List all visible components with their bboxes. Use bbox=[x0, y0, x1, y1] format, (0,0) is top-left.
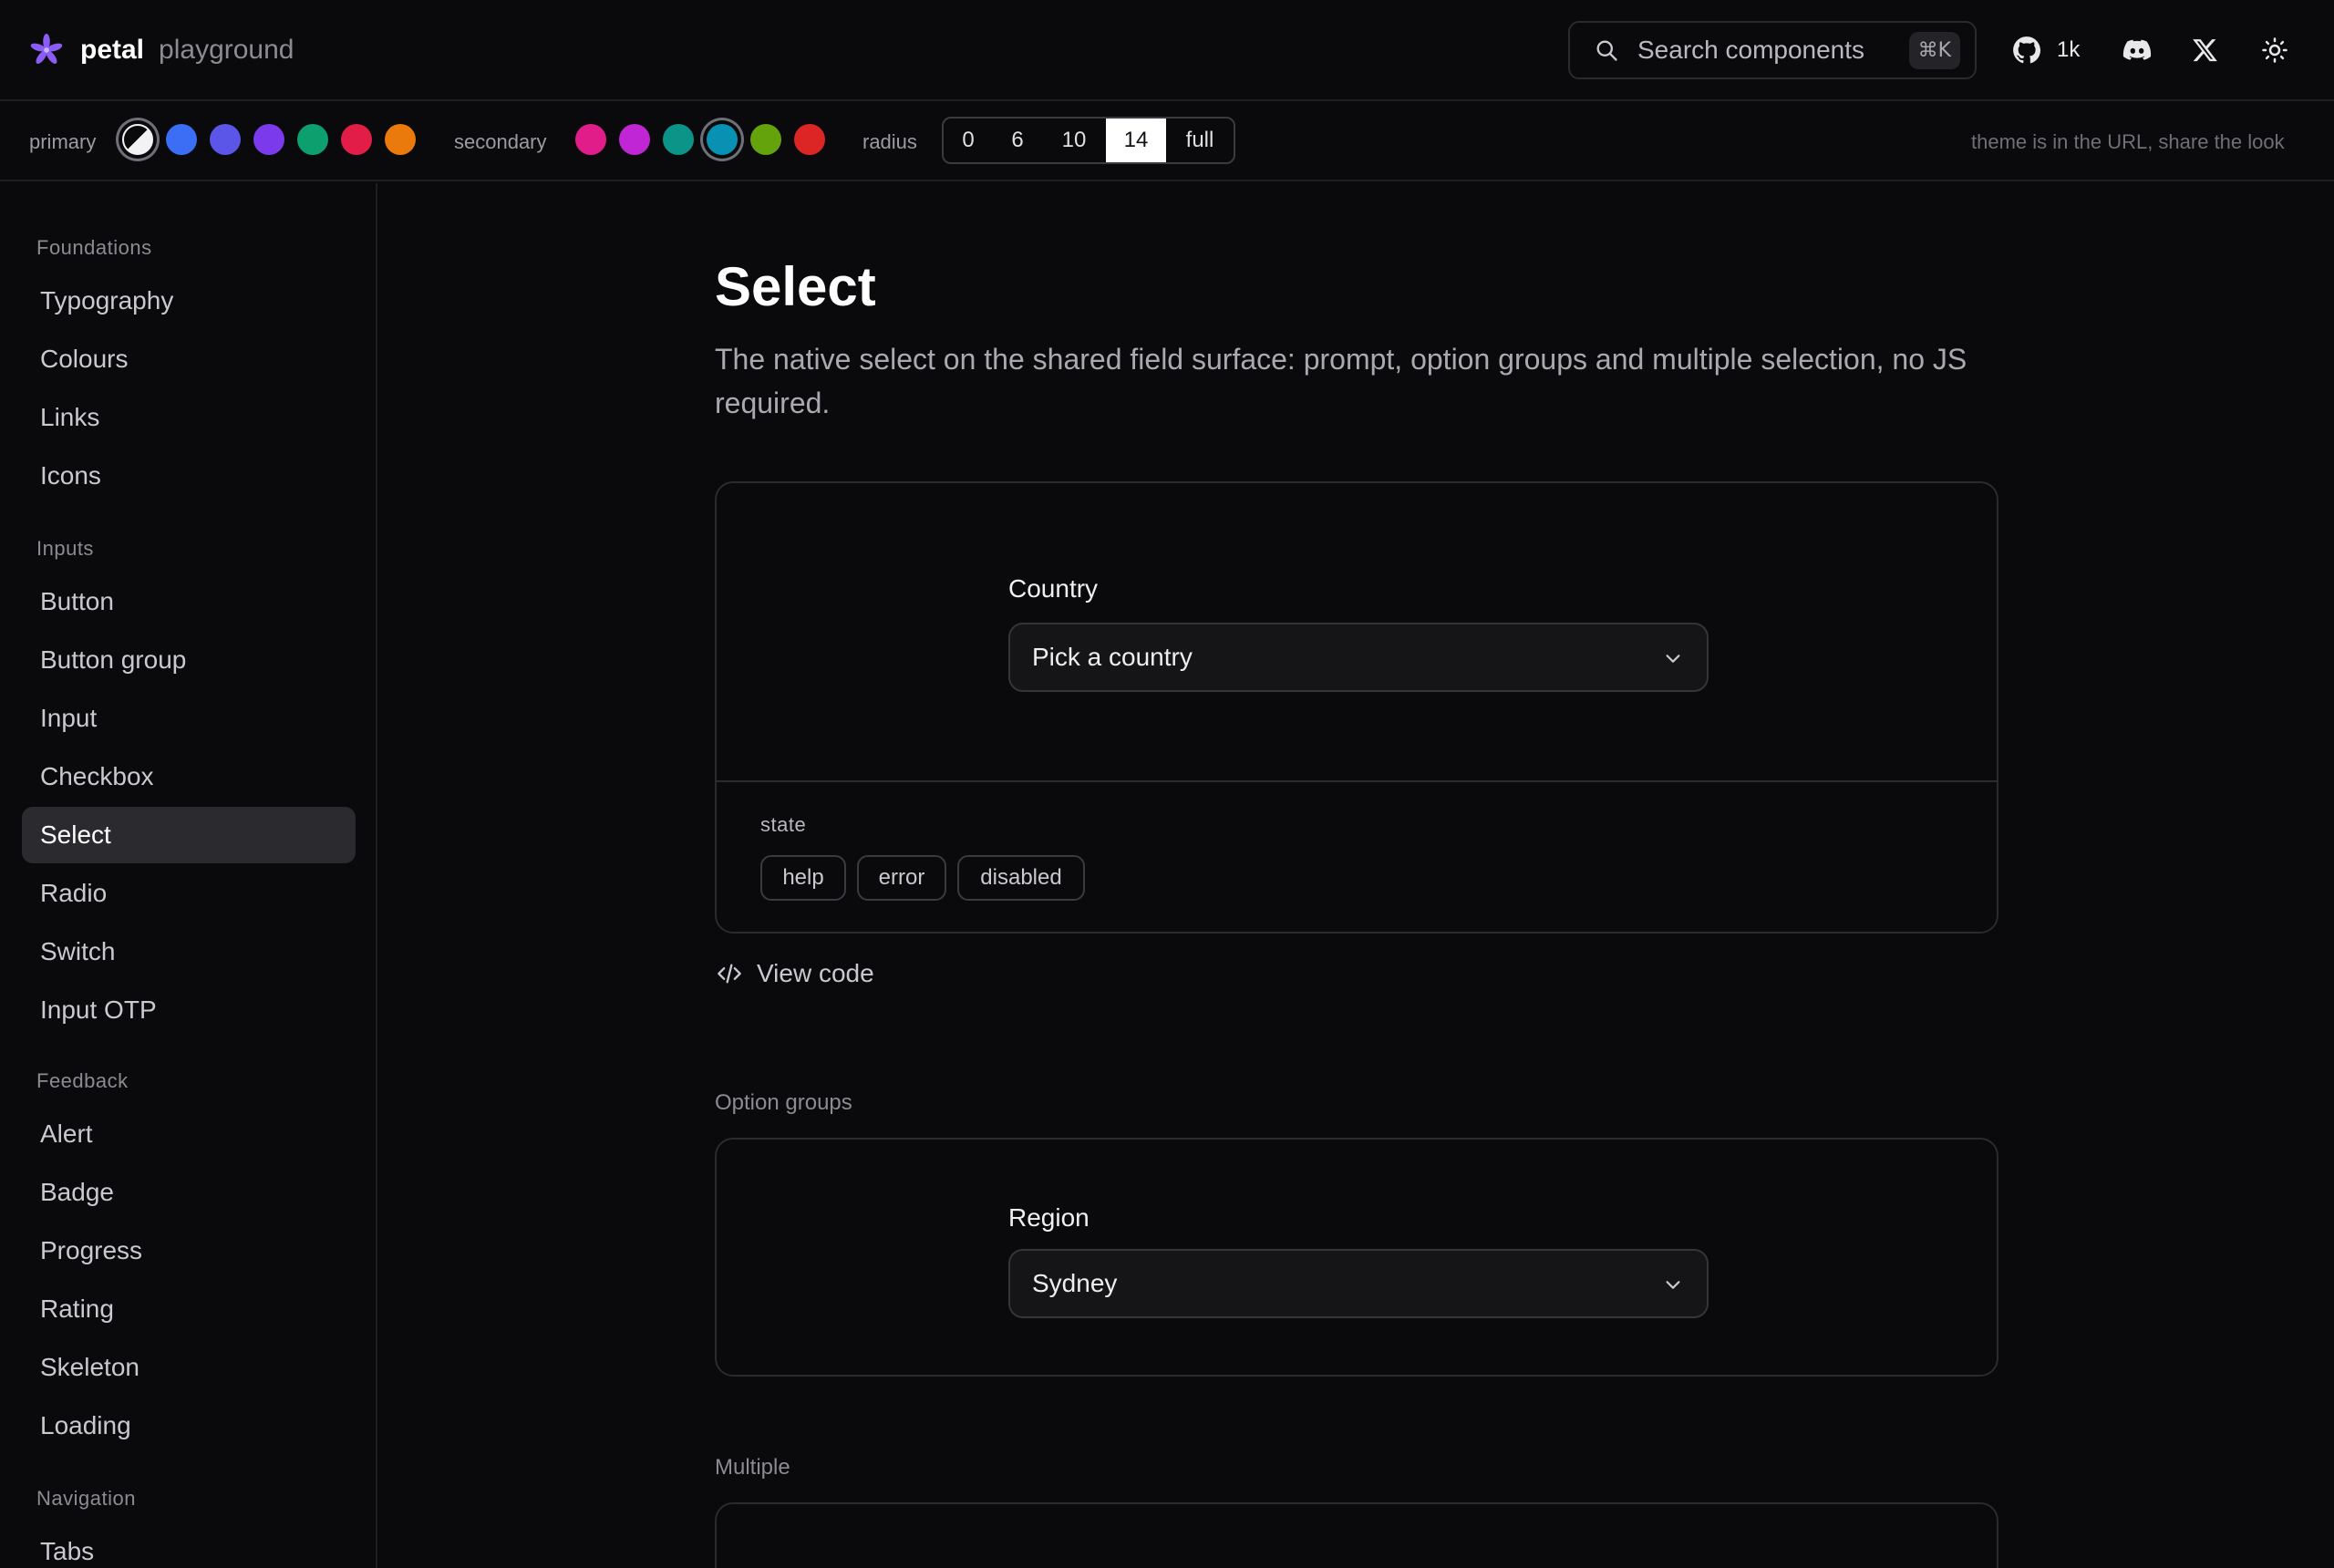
brand-name: petal bbox=[80, 35, 145, 65]
primary-swatch-4[interactable] bbox=[253, 124, 284, 155]
sidebar-item-radio[interactable]: Radio bbox=[22, 865, 356, 922]
search-input[interactable]: Search components ⌘K bbox=[1568, 21, 1977, 79]
sidebar-item-select[interactable]: Select bbox=[22, 807, 356, 863]
github-icon bbox=[2013, 36, 2041, 64]
radius-option-full[interactable]: full bbox=[1166, 119, 1234, 162]
search-shortcut-badge: ⌘K bbox=[1908, 31, 1960, 69]
view-code-button[interactable]: View code bbox=[715, 959, 874, 988]
github-star-count: 1k bbox=[2057, 37, 2081, 62]
secondary-swatch-4[interactable] bbox=[707, 124, 738, 155]
code-icon bbox=[718, 964, 741, 984]
sidebar-item-alert[interactable]: Alert bbox=[22, 1106, 356, 1162]
radius-segmented-control: 0 6 10 14 full bbox=[942, 117, 1235, 164]
state-chip-disabled[interactable]: disabled bbox=[957, 855, 1085, 901]
sidebar-group-foundations: Foundations bbox=[36, 236, 152, 259]
secondary-swatch-6[interactable] bbox=[794, 124, 825, 155]
page-title: Select bbox=[715, 256, 876, 317]
demo-panel-region: Region Sydney bbox=[715, 1138, 1998, 1377]
country-select-value: Pick a country bbox=[1032, 643, 1193, 671]
theme-share-note: theme is in the URL, share the look bbox=[1971, 130, 2285, 153]
sidebar: Foundations Typography Colours Links Icons In… bbox=[0, 183, 377, 1568]
section-label-option-groups: Option groups bbox=[715, 1090, 852, 1115]
sidebar-item-checkbox[interactable]: Checkbox bbox=[22, 748, 356, 805]
top-header: petal playground Search components ⌘K 1k bbox=[0, 0, 2334, 101]
primary-swatch-6[interactable] bbox=[341, 124, 372, 155]
section-label-multiple: Multiple bbox=[715, 1455, 790, 1480]
sidebar-item-tabs[interactable]: Tabs bbox=[22, 1523, 356, 1568]
radius-option-6[interactable]: 6 bbox=[993, 119, 1042, 162]
x-twitter-icon[interactable] bbox=[2192, 36, 2219, 64]
radius-option-0[interactable]: 0 bbox=[944, 119, 993, 162]
field-label-country: Country bbox=[1008, 574, 1099, 603]
demo-panel-multiple bbox=[715, 1502, 1998, 1568]
secondary-label: secondary bbox=[454, 130, 547, 153]
secondary-swatch-5[interactable] bbox=[750, 124, 781, 155]
brand[interactable]: petal playground bbox=[29, 33, 294, 67]
country-select[interactable]: Pick a country bbox=[1008, 623, 1709, 692]
petal-logo-icon bbox=[30, 33, 63, 64]
sidebar-group-navigation: Navigation bbox=[36, 1487, 136, 1510]
chevron-down-icon bbox=[1666, 1281, 1680, 1289]
sidebar-item-button[interactable]: Button bbox=[22, 573, 356, 630]
secondary-swatch-1[interactable] bbox=[575, 124, 606, 155]
region-select[interactable]: Sydney bbox=[1008, 1249, 1709, 1318]
radius-label: radius bbox=[862, 130, 917, 153]
panel-divider bbox=[717, 780, 1997, 782]
github-link[interactable]: 1k bbox=[2011, 35, 2080, 66]
sidebar-item-skeleton[interactable]: Skeleton bbox=[22, 1339, 356, 1396]
search-icon bbox=[1596, 40, 1617, 61]
sidebar-group-inputs: Inputs bbox=[36, 537, 94, 560]
chevron-down-icon bbox=[1666, 655, 1680, 663]
secondary-swatch-3[interactable] bbox=[663, 124, 694, 155]
sidebar-group-feedback: Feedback bbox=[36, 1069, 129, 1092]
search-placeholder: Search components bbox=[1637, 36, 1865, 64]
field-label-region: Region bbox=[1008, 1203, 1090, 1232]
brand-subtitle: playground bbox=[159, 35, 294, 65]
sidebar-item-switch[interactable]: Switch bbox=[22, 923, 356, 980]
sidebar-item-links[interactable]: Links bbox=[22, 389, 356, 446]
radius-option-14[interactable]: 14 bbox=[1106, 119, 1166, 162]
region-select-value: Sydney bbox=[1032, 1269, 1118, 1297]
sidebar-item-progress[interactable]: Progress bbox=[22, 1222, 356, 1279]
demo-panel-country: Country Pick a country state help error … bbox=[715, 481, 1998, 934]
primary-swatch-1[interactable] bbox=[122, 124, 153, 155]
secondary-swatch-2[interactable] bbox=[619, 124, 650, 155]
primary-swatch-5[interactable] bbox=[297, 124, 328, 155]
state-controls-label: state bbox=[760, 813, 807, 836]
state-chip-help[interactable]: help bbox=[760, 855, 846, 901]
discord-icon[interactable] bbox=[2121, 35, 2153, 66]
sidebar-item-input[interactable]: Input bbox=[22, 690, 356, 747]
sidebar-item-badge[interactable]: Badge bbox=[22, 1164, 356, 1221]
sidebar-item-button-group[interactable]: Button group bbox=[22, 632, 356, 688]
state-chip-error[interactable]: error bbox=[857, 855, 946, 901]
view-code-label: View code bbox=[757, 959, 874, 987]
sun-theme-toggle-icon[interactable] bbox=[2261, 36, 2288, 64]
sidebar-item-typography[interactable]: Typography bbox=[22, 273, 356, 329]
radius-option-10[interactable]: 10 bbox=[1042, 119, 1106, 162]
sidebar-item-icons[interactable]: Icons bbox=[22, 448, 356, 504]
primary-swatch-2[interactable] bbox=[166, 124, 197, 155]
primary-label: primary bbox=[29, 130, 97, 153]
sidebar-item-rating[interactable]: Rating bbox=[22, 1281, 356, 1337]
primary-swatch-7[interactable] bbox=[385, 124, 416, 155]
page-description: The native select on the shared field su… bbox=[715, 343, 1967, 419]
sidebar-item-colours[interactable]: Colours bbox=[22, 331, 356, 387]
sidebar-item-loading[interactable]: Loading bbox=[22, 1398, 356, 1454]
sidebar-item-input-otp[interactable]: Input OTP bbox=[22, 982, 356, 1038]
primary-swatch-3[interactable] bbox=[210, 124, 241, 155]
